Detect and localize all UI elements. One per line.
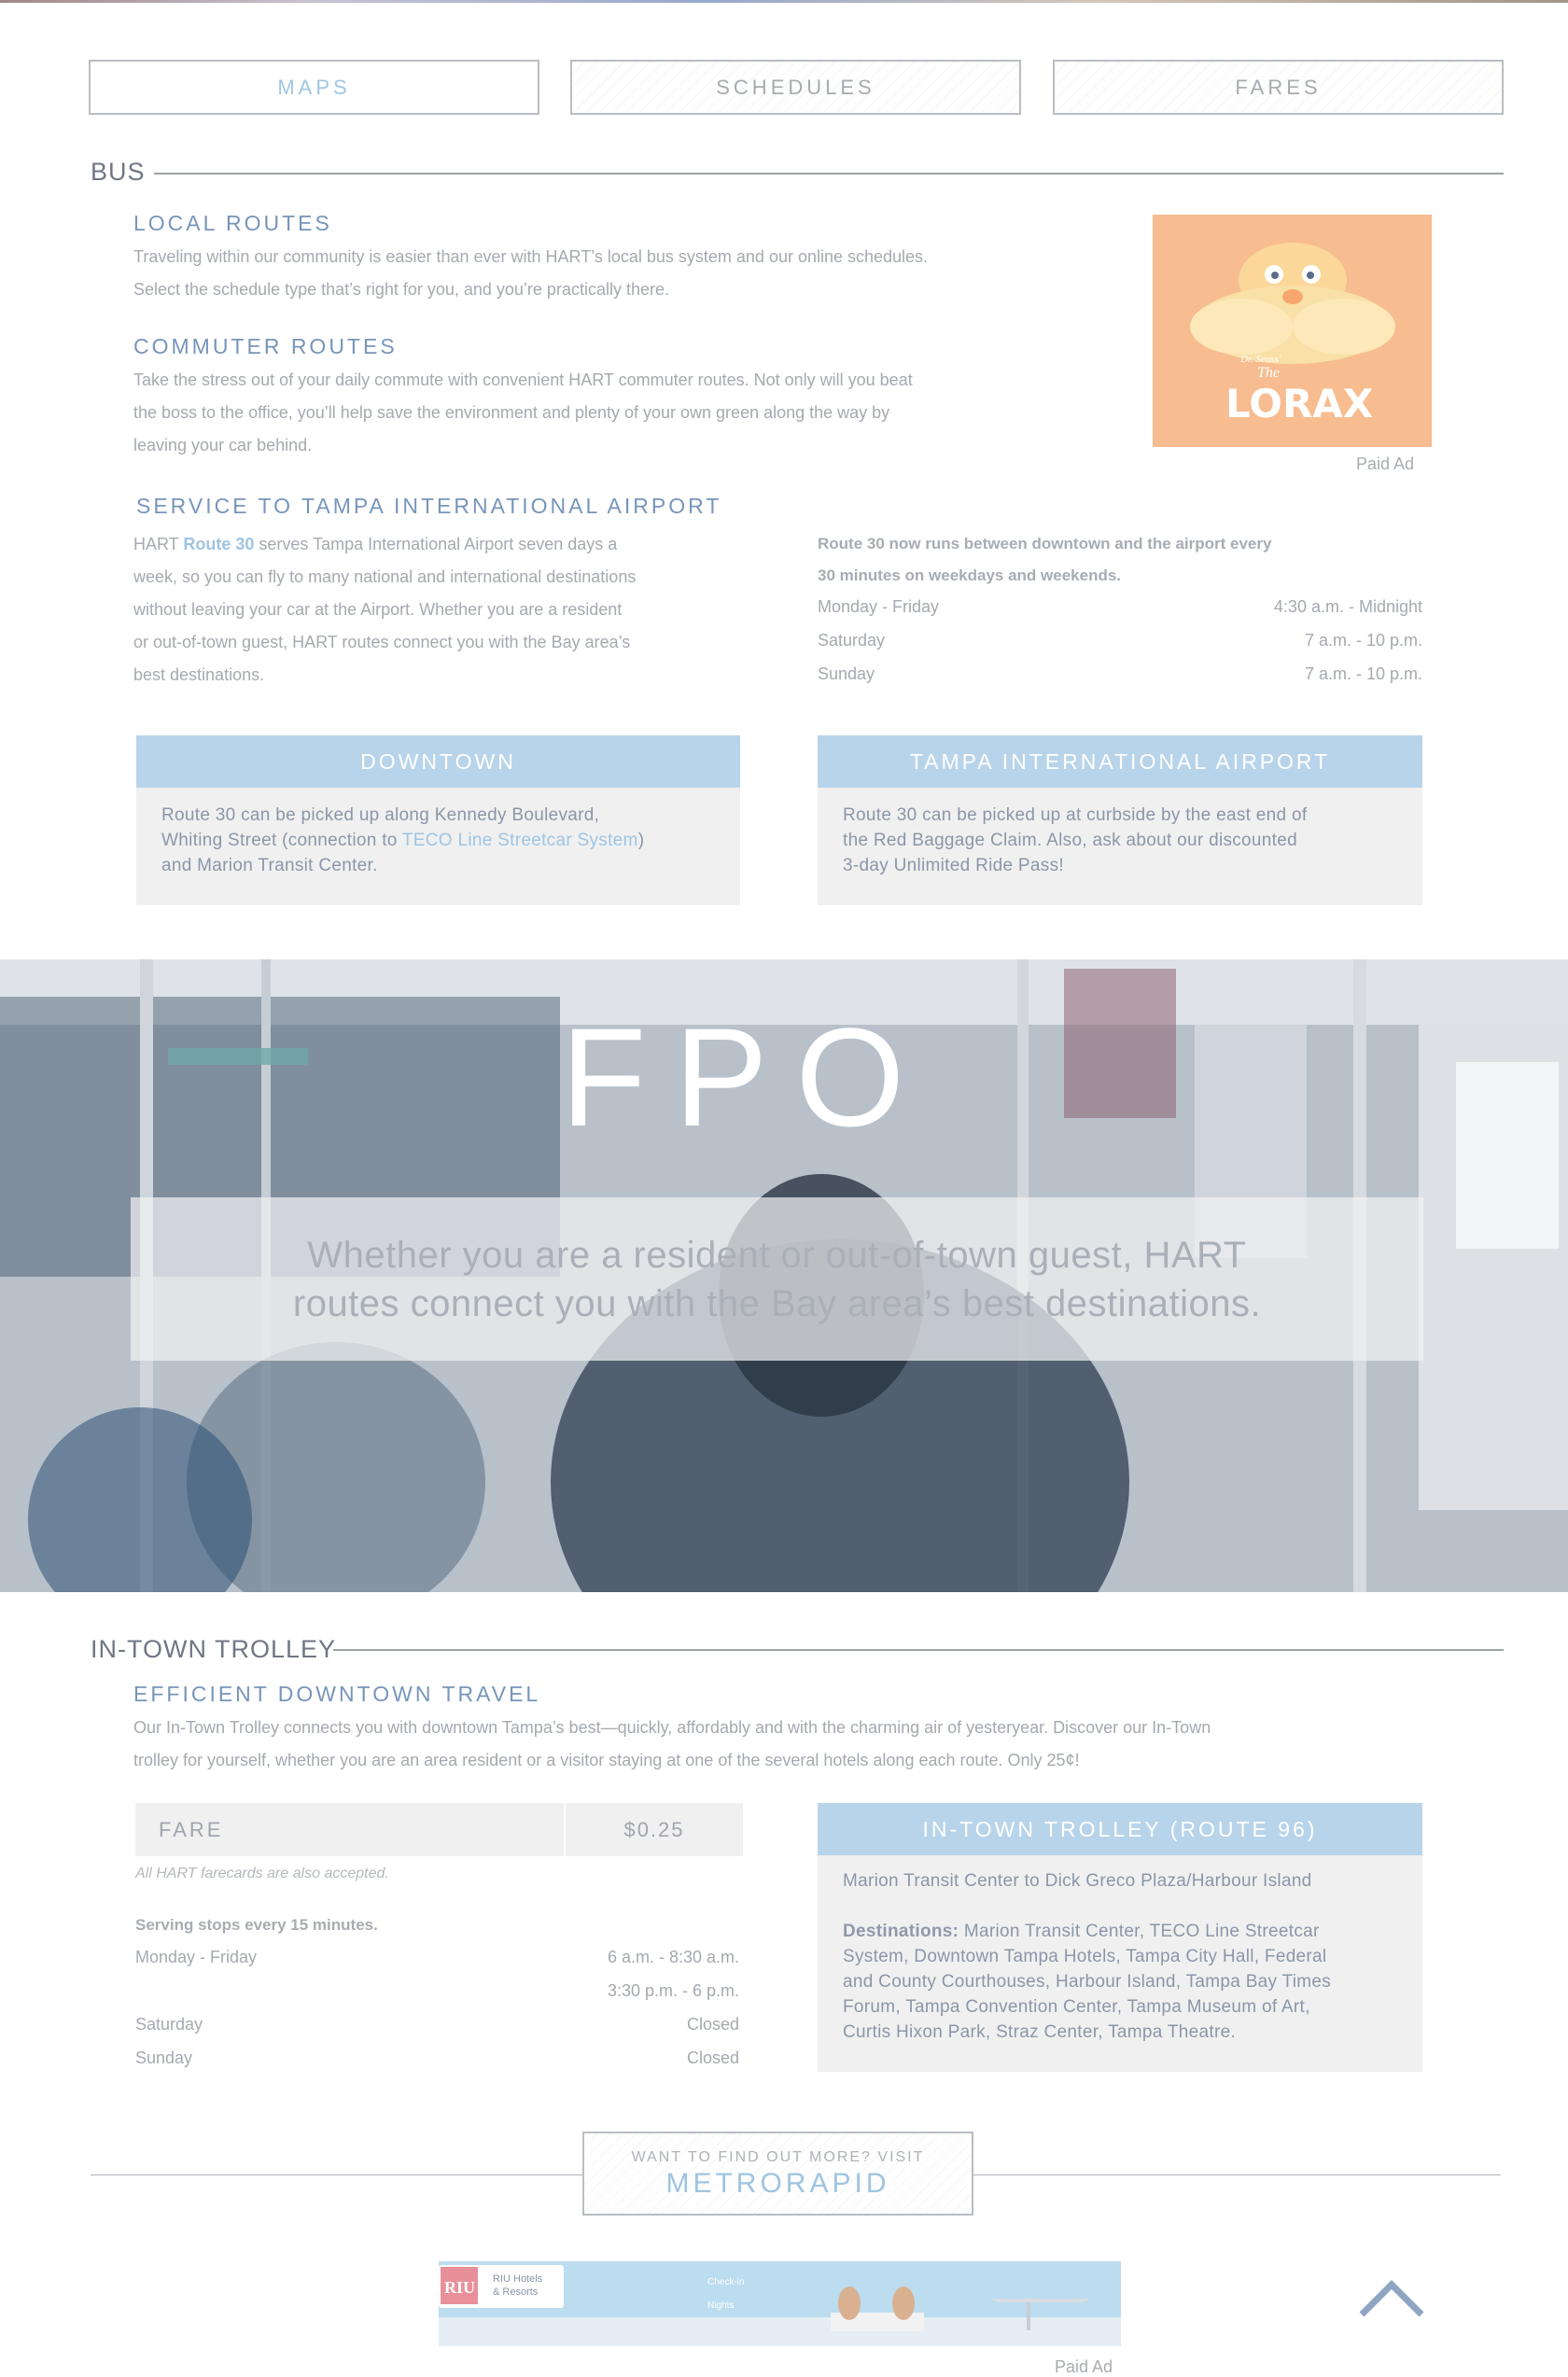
lorax-title: LORAX: [1225, 381, 1373, 426]
hero-quote: Whether you are a resident or out-of-tow…: [131, 1197, 1423, 1361]
schedule-row: Monday - Friday 4:30 a.m. - Midnight: [818, 597, 1422, 616]
lorax-illustration: Dr. Seuss' The LORAX: [1190, 243, 1395, 426]
fpo-placeholder-text: FPO: [560, 999, 933, 1155]
lorax-ad[interactable]: Dr. Seuss' The LORAX: [1153, 215, 1432, 447]
route-30-link[interactable]: Route 30: [183, 535, 254, 553]
downtown-card-title: DOWNTOWN: [136, 735, 740, 788]
riu-checkin: Check-in: [707, 2277, 744, 2287]
downtown-card: DOWNTOWN Route 30 can be picked up along…: [136, 735, 740, 905]
local-routes-text: Traveling within our community is easier…: [133, 247, 929, 299]
riu-logo: RIU: [444, 2278, 475, 2297]
riu-brand-line1: RIU Hotels: [493, 2273, 543, 2285]
schedule-row: 3:30 p.m. - 6 p.m.: [607, 1981, 739, 2000]
schedule-row: Saturday 7 a.m. - 10 p.m.: [818, 631, 1422, 650]
fare-value: $0.25: [623, 1817, 685, 1841]
downtown-card-text: Route 30 can be picked up along Kennedy …: [161, 805, 645, 875]
trolley-heading: EFFICIENT DOWNTOWN TRAVEL: [133, 1682, 541, 1706]
lorax-brand: Dr. Seuss': [1239, 354, 1281, 365]
top-image-strip: [0, 0, 1568, 3]
schedule-row: Saturday Closed: [135, 2015, 739, 2034]
airport-card-title: TAMPA INTERNATIONAL AIRPORT: [818, 735, 1422, 788]
tab-fares[interactable]: FARES: [1053, 60, 1504, 115]
riu-hotels-ad[interactable]: RIU RIU Hotels & Resorts Check-in Nights: [439, 2261, 1121, 2346]
airport-card-text: Route 30 can be picked up at curbside by…: [843, 805, 1308, 875]
fare-table: FARE $0.25: [135, 1803, 743, 1856]
hero-banner: FPO Whether you are a resident or out-of…: [0, 959, 1568, 1592]
airport-card: TAMPA INTERNATIONAL AIRPORT Route 30 can…: [818, 735, 1422, 905]
riu-ad-graphic: RIU RIU Hotels & Resorts Check-in Nights: [439, 2261, 1121, 2346]
metrorapid-divider-left: [91, 2174, 582, 2175]
commuter-routes-heading: COMMUTER ROUTES: [133, 334, 398, 358]
schedule-row: Monday - Friday 6 a.m. - 8:30 a.m.: [135, 1948, 739, 1966]
airport-service-text: HART Route 30 serves Tampa International…: [133, 535, 637, 684]
trolley-route-card: IN-TOWN TROLLEY (ROUTE 96) Marion Transi…: [818, 1803, 1422, 2072]
schedule-row: Sunday 7 a.m. - 10 p.m.: [818, 664, 1422, 683]
trolley-route-title: IN-TOWN TROLLEY (ROUTE 96): [818, 1803, 1422, 1855]
riu-brand-line2: & Resorts: [493, 2286, 539, 2298]
serving-note: Serving stops every 15 minutes.: [135, 1916, 378, 1934]
tab-schedules[interactable]: SCHEDULES: [570, 60, 1021, 115]
metrorapid-label: METRORAPID: [665, 2168, 890, 2199]
section-title-bus: BUS: [91, 158, 146, 186]
fare-label: FARE: [135, 1803, 566, 1856]
chevron-up-icon[interactable]: [1358, 2277, 1425, 2318]
schedule-row: Sunday Closed: [135, 2048, 739, 2067]
airport-service-heading: SERVICE TO TAMPA INTERNATIONAL AIRPORT: [136, 494, 722, 518]
metrorapid-divider-right: [973, 2174, 1501, 2175]
trolley-route-text: Marion Transit Center to Dick Greco Plaz…: [843, 1871, 1332, 2042]
commuter-routes-text: Take the stress out of your daily commut…: [133, 371, 913, 454]
section-divider: [154, 173, 1504, 175]
paid-ad-label: Paid Ad: [1356, 454, 1415, 473]
trolley-text: Our In-Town Trolley connects you with do…: [133, 1718, 1211, 1769]
local-routes-heading: LOCAL ROUTES: [133, 211, 332, 235]
section-title-trolley: IN-TOWN TROLLEY: [91, 1635, 337, 1663]
section-divider: [333, 1649, 1504, 1651]
farecard-note: All HART farecards are also accepted.: [135, 1866, 389, 1881]
route-30-note: Route 30 now runs between downtown and t…: [818, 535, 1272, 584]
lorax-the: The: [1257, 365, 1280, 381]
metrorapid-prompt: WANT TO FIND OUT MORE? VISIT: [631, 2149, 925, 2165]
metrorapid-button[interactable]: WANT TO FIND OUT MORE? VISIT METRORAPID: [582, 2132, 973, 2216]
paid-ad-label-bottom: Paid Ad: [1055, 2357, 1113, 2376]
tab-maps[interactable]: MAPS: [89, 60, 539, 115]
riu-nights: Nights: [707, 2300, 734, 2311]
teco-streetcar-link[interactable]: TECO Line Streetcar System: [402, 831, 638, 850]
